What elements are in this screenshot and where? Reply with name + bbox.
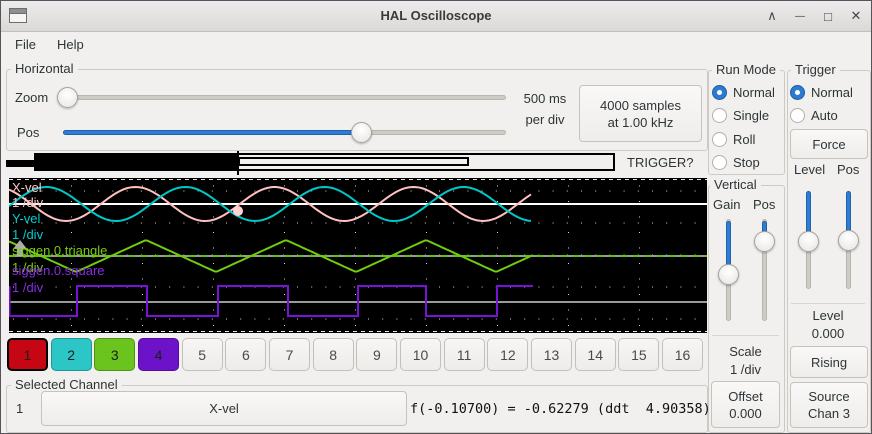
channel-button-4[interactable]: 4 bbox=[138, 338, 179, 371]
samples-button[interactable]: 4000 samples at 1.00 kHz bbox=[579, 85, 702, 142]
vertical-gain-label: Gain bbox=[713, 197, 740, 212]
trigger-frame-title: Trigger bbox=[791, 63, 840, 77]
trigger-frame bbox=[787, 70, 871, 433]
selected-channel-name-button[interactable]: X-vel bbox=[41, 391, 407, 426]
channel-button-9[interactable]: 9 bbox=[356, 338, 397, 371]
channel-button-8[interactable]: 8 bbox=[313, 338, 354, 371]
run-mode-option-label: Normal bbox=[733, 85, 775, 100]
run-mode-option-radio-icon[interactable] bbox=[712, 108, 727, 123]
channel-button-2[interactable]: 2 bbox=[51, 338, 92, 371]
trigger-option-normal[interactable]: Normal bbox=[790, 85, 853, 100]
channel-button-3[interactable]: 3 bbox=[94, 338, 135, 371]
force-button[interactable]: Force bbox=[790, 129, 868, 159]
selected-channel-frame-title: Selected Channel bbox=[11, 378, 122, 392]
zoom-slider-track[interactable] bbox=[58, 95, 506, 100]
trigger-position-marker bbox=[237, 151, 239, 175]
run-mode-option-radio-icon[interactable] bbox=[712, 155, 727, 170]
channel-button-5[interactable]: 5 bbox=[182, 338, 223, 371]
channel-button-7[interactable]: 7 bbox=[269, 338, 310, 371]
run-mode-option-label: Stop bbox=[733, 155, 760, 170]
channel-button-11[interactable]: 11 bbox=[444, 338, 485, 371]
trigger-option-label: Auto bbox=[811, 108, 838, 123]
channel-button-6[interactable]: 6 bbox=[225, 338, 266, 371]
trigger-option-label: Normal bbox=[811, 85, 853, 100]
window-title: HAL Oscilloscope bbox=[1, 1, 871, 31]
vertical-offset-button[interactable]: Offset 0.000 bbox=[711, 381, 780, 428]
horizontal-frame-title: Horizontal bbox=[11, 62, 78, 76]
trigger-option-auto[interactable]: Auto bbox=[790, 108, 838, 123]
run-mode-option-radio-icon[interactable] bbox=[712, 85, 727, 100]
vertical-scale-value: 1 /div bbox=[708, 362, 783, 377]
zoom-label: Zoom bbox=[15, 90, 48, 105]
run-mode-option-label: Roll bbox=[733, 132, 755, 147]
trigger-separator bbox=[791, 303, 865, 304]
channel-button-1[interactable]: 1 bbox=[7, 338, 48, 371]
run-mode-option-stop[interactable]: Stop bbox=[712, 155, 760, 170]
run-mode-option-label: Single bbox=[733, 108, 769, 123]
trigger-bar-stub bbox=[6, 160, 34, 167]
trigger-level-caption: Level bbox=[787, 308, 869, 323]
channel-button-10[interactable]: 10 bbox=[400, 338, 441, 371]
vertical-frame-title: Vertical bbox=[710, 178, 761, 192]
channel-button-12[interactable]: 12 bbox=[487, 338, 528, 371]
shade-icon[interactable]: ∧ bbox=[765, 8, 779, 24]
run-mode-option-roll[interactable]: Roll bbox=[712, 132, 755, 147]
trigger-option-radio-icon[interactable] bbox=[790, 85, 805, 100]
time-per-div-line2: per div bbox=[517, 112, 573, 127]
close-icon[interactable]: ✕ bbox=[849, 8, 863, 24]
pos-label: Pos bbox=[17, 125, 39, 140]
trigger-source-button[interactable]: Source Chan 3 bbox=[790, 382, 868, 428]
window-icon bbox=[9, 8, 27, 23]
channel-button-14[interactable]: 14 bbox=[575, 338, 616, 371]
maximize-icon[interactable]: □ bbox=[821, 9, 835, 24]
channel-button-15[interactable]: 15 bbox=[618, 338, 659, 371]
channel-button-13[interactable]: 13 bbox=[531, 338, 572, 371]
app-window: HAL Oscilloscope ∧ — □ ✕ File Help Horiz… bbox=[0, 0, 872, 434]
scope-channel-label: siggen.0.square bbox=[12, 264, 105, 278]
vertical-pos-label: Pos bbox=[753, 197, 775, 212]
pos-slider-handle[interactable] bbox=[351, 122, 372, 143]
scope-display[interactable]: X-vel1 /divY-vel1 /divsiggen.0.triangle1… bbox=[9, 178, 707, 333]
scope-channel-label: 1 /div bbox=[12, 196, 43, 210]
trigger-bar-fill bbox=[34, 153, 238, 171]
trigger-edge-button[interactable]: Rising bbox=[790, 346, 868, 378]
scope-channel-label: 1 /div bbox=[12, 228, 43, 242]
trigger-option-radio-icon[interactable] bbox=[790, 108, 805, 123]
menu-help[interactable]: Help bbox=[49, 34, 92, 56]
vertical-pos-slider-handle[interactable] bbox=[754, 231, 775, 252]
minimize-icon[interactable]: — bbox=[793, 11, 807, 22]
scope-channel-label: Y-vel bbox=[12, 212, 40, 226]
run-mode-frame-title: Run Mode bbox=[712, 63, 780, 77]
channel-button-16[interactable]: 16 bbox=[662, 338, 703, 371]
menu-file[interactable]: File bbox=[7, 34, 44, 56]
vertical-gain-slider-handle[interactable] bbox=[718, 264, 739, 285]
probe-marker-dot bbox=[233, 206, 243, 216]
title-bar: HAL Oscilloscope ∧ — □ ✕ bbox=[1, 1, 871, 32]
scope-channel-label: siggen.0.triangle bbox=[12, 244, 107, 258]
channel-readout: f(-0.10700) = -0.62279 (ddt 4.90358) bbox=[410, 401, 711, 417]
trigger-bar-window bbox=[238, 157, 469, 166]
time-per-div-line1: 500 ms bbox=[517, 91, 573, 106]
trigger-level-value: 0.000 bbox=[787, 326, 869, 341]
run-mode-option-normal[interactable]: Normal bbox=[712, 85, 775, 100]
scope-channel-label: X-vel bbox=[12, 181, 42, 195]
vertical-separator bbox=[712, 335, 779, 336]
trigger-level-slider-handle[interactable] bbox=[798, 231, 819, 252]
trigger-pos-slider-handle[interactable] bbox=[838, 230, 859, 251]
vertical-scale-caption: Scale bbox=[708, 344, 783, 359]
run-mode-option-radio-icon[interactable] bbox=[712, 132, 727, 147]
trigger-question-label: TRIGGER? bbox=[627, 155, 693, 170]
zoom-slider-handle[interactable] bbox=[57, 87, 78, 108]
selected-channel-number: 1 bbox=[16, 401, 23, 416]
run-mode-option-single[interactable]: Single bbox=[712, 108, 769, 123]
trigger-level-label: Level bbox=[794, 162, 825, 177]
scope-channel-label: 1 /div bbox=[12, 281, 43, 295]
pos-slider-fill bbox=[63, 130, 363, 135]
trigger-pos-label: Pos bbox=[837, 162, 859, 177]
